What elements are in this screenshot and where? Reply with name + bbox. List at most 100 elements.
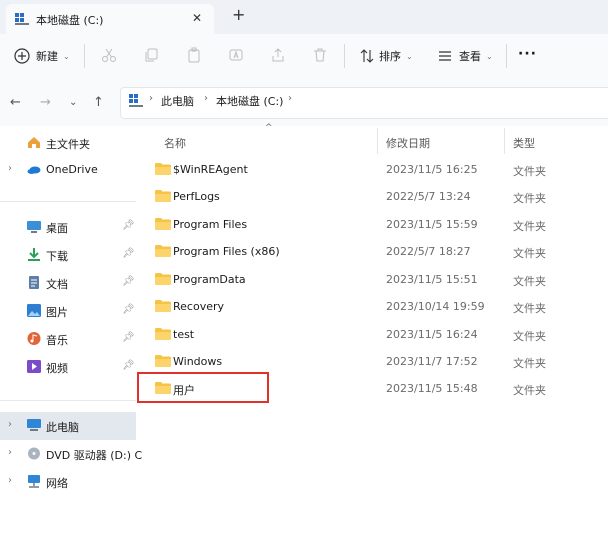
folder-icon — [155, 355, 171, 367]
folder-icon — [155, 190, 171, 202]
expand-chevron-icon[interactable]: › — [8, 475, 12, 486]
divider — [0, 400, 136, 401]
nav-item-desktop[interactable]: 桌面 📌︎ — [0, 214, 136, 240]
pin-icon[interactable]: 📌︎ — [122, 360, 135, 371]
video-icon — [27, 360, 41, 373]
divider — [344, 44, 345, 68]
forward-arrow-icon[interactable]: → — [40, 95, 51, 110]
column-divider[interactable] — [504, 128, 505, 154]
pin-icon[interactable]: 📌︎ — [122, 332, 135, 343]
sort-label: 排序 — [379, 50, 401, 63]
file-row[interactable]: Recovery 2023/10/14 19:59 文件夹 — [137, 293, 608, 320]
file-name: PerfLogs — [173, 190, 220, 203]
file-date: 2023/11/5 16:25 — [386, 163, 478, 176]
nav-item-downloads[interactable]: 下载 📌︎ — [0, 242, 136, 268]
document-icon — [29, 276, 39, 289]
column-name[interactable]: 名称 — [164, 135, 186, 151]
pin-icon[interactable]: 📌︎ — [122, 220, 135, 231]
column-date-modified[interactable]: 修改日期 — [386, 135, 430, 151]
nav-item-home[interactable]: 主文件夹 — [0, 130, 136, 156]
file-type: 文件夹 — [513, 220, 546, 233]
column-divider[interactable] — [377, 128, 378, 154]
column-type[interactable]: 类型 — [513, 135, 535, 151]
nav-label: 文档 — [46, 278, 68, 291]
view-icon — [439, 51, 451, 61]
file-name: test — [173, 328, 195, 341]
cut-icon[interactable] — [101, 47, 117, 63]
new-button[interactable]: 新建 ⌄ — [14, 46, 70, 66]
file-date: 2023/11/5 15:48 — [386, 382, 478, 395]
file-row[interactable]: Program Files 2023/11/5 15:59 文件夹 — [137, 211, 608, 238]
tab-local-disk[interactable]: 本地磁盘 (C:) ✕ — [6, 4, 214, 34]
nav-item-onedrive[interactable]: › OneDrive — [0, 157, 136, 183]
pin-icon[interactable]: 📌︎ — [122, 276, 135, 287]
copy-icon[interactable] — [143, 47, 159, 63]
breadcrumb-chevron-icon[interactable]: › — [149, 93, 153, 104]
file-type: 文件夹 — [513, 165, 546, 178]
breadcrumb-chevron-icon[interactable]: › — [288, 93, 292, 104]
file-name: $WinREAgent — [173, 163, 248, 176]
computer-icon — [129, 94, 143, 107]
file-row[interactable]: Windows 2023/11/7 17:52 文件夹 — [137, 348, 608, 375]
view-button[interactable]: 查看 ⌄ — [437, 46, 493, 66]
nav-item-videos[interactable]: 视频 📌︎ — [0, 354, 136, 380]
nav-item-dvd-drive[interactable]: › DVD 驱动器 (D:) C — [0, 441, 142, 467]
nav-label: 下载 — [46, 250, 68, 263]
back-arrow-icon[interactable]: ← — [10, 95, 21, 110]
up-arrow-icon[interactable]: ↑ — [93, 95, 104, 110]
nav-item-pictures[interactable]: 图片 📌︎ — [0, 298, 136, 324]
paste-icon[interactable] — [186, 47, 202, 63]
tab-bar: 本地磁盘 (C:) ✕ + — [0, 0, 608, 34]
new-label: 新建 — [36, 50, 58, 63]
file-row[interactable]: Program Files (x86) 2022/5/7 18:27 文件夹 — [137, 238, 608, 265]
folder-icon — [155, 163, 171, 175]
sort-button[interactable]: 排序 ⌄ — [359, 46, 413, 66]
breadcrumb-local-disk[interactable]: 本地磁盘 (C:) — [216, 93, 283, 109]
nav-item-network[interactable]: › 网络 — [0, 469, 136, 495]
more-options-icon[interactable]: ··· — [518, 46, 537, 62]
nav-label: 视频 — [46, 362, 68, 375]
file-name: Program Files — [173, 218, 248, 231]
chevron-down-icon: ⌄ — [486, 51, 493, 61]
pin-icon[interactable]: 📌︎ — [122, 304, 135, 315]
nav-item-this-pc[interactable]: › 此电脑 — [0, 412, 136, 440]
file-row[interactable]: $WinREAgent 2023/11/5 16:25 文件夹 — [137, 156, 608, 183]
expand-chevron-icon[interactable]: › — [8, 419, 12, 430]
highlight-box — [137, 372, 269, 403]
file-date: 2023/11/5 16:24 — [386, 328, 478, 341]
expand-chevron-icon[interactable]: › — [8, 447, 12, 458]
new-tab-button[interactable]: + — [232, 5, 245, 24]
dvd-drive-icon — [28, 447, 40, 460]
folder-icon — [155, 273, 171, 285]
close-tab-icon[interactable]: ✕ — [192, 11, 202, 25]
share-icon[interactable] — [270, 47, 286, 63]
delete-icon[interactable] — [312, 47, 328, 63]
nav-label: 此电脑 — [46, 421, 79, 434]
tab-title: 本地磁盘 (C:) — [36, 14, 104, 27]
file-name: ProgramData — [173, 273, 246, 286]
nav-item-music[interactable]: 音乐 📌︎ — [0, 326, 136, 352]
plus-circle-icon — [14, 48, 30, 64]
file-type: 文件夹 — [513, 357, 546, 370]
file-row[interactable]: ProgramData 2023/11/5 15:51 文件夹 — [137, 266, 608, 293]
file-row[interactable]: test 2023/11/5 16:24 文件夹 — [137, 321, 608, 348]
view-label: 查看 — [459, 50, 481, 63]
picture-icon — [27, 304, 41, 317]
file-date: 2023/11/5 15:51 — [386, 273, 478, 286]
file-row[interactable]: PerfLogs 2022/5/7 13:24 文件夹 — [137, 183, 608, 210]
breadcrumb-chevron-icon[interactable]: › — [204, 93, 208, 104]
pin-icon[interactable]: 📌︎ — [122, 248, 135, 259]
recent-chevron-icon[interactable]: ⌄ — [69, 97, 77, 108]
expand-chevron-icon[interactable]: › — [8, 163, 12, 174]
desktop-icon — [27, 221, 41, 233]
breadcrumb-this-pc[interactable]: 此电脑 — [161, 93, 194, 109]
nav-label: 桌面 — [46, 222, 68, 235]
folder-icon — [155, 245, 171, 257]
file-name: Recovery — [173, 300, 225, 313]
rename-icon[interactable] — [228, 47, 244, 63]
nav-label: 网络 — [46, 477, 68, 490]
folder-icon — [155, 328, 171, 340]
divider — [506, 44, 507, 68]
nav-item-documents[interactable]: 文档 📌︎ — [0, 270, 136, 296]
sort-ascending-icon: ^ — [265, 123, 273, 133]
